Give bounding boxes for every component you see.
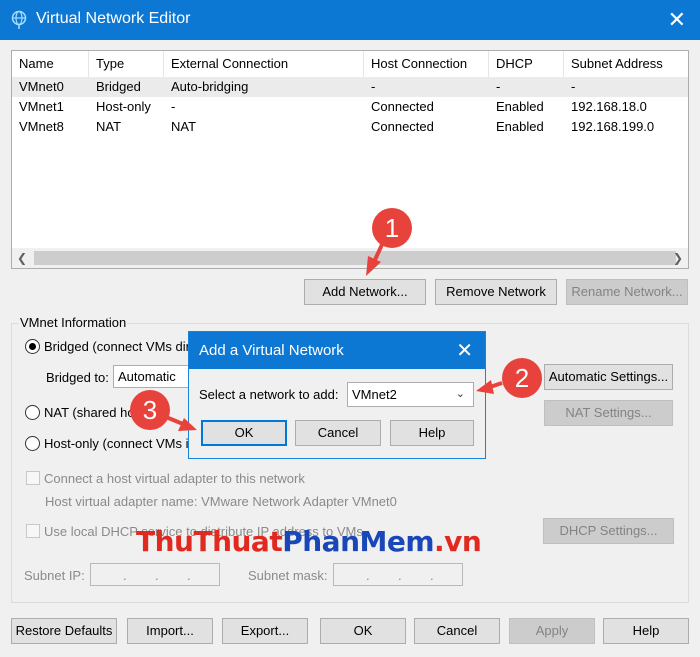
subnet-ip-input[interactable]: ... bbox=[90, 563, 220, 586]
network-globe-icon bbox=[11, 10, 27, 29]
cell-subnet: 192.168.18.0 bbox=[571, 99, 647, 114]
network-list[interactable]: Name Type External Connection Host Conne… bbox=[11, 50, 689, 269]
watermark-part-1: ThuThuat bbox=[136, 525, 283, 558]
column-header-subnet-address[interactable]: Subnet Address bbox=[564, 51, 690, 77]
subnet-mask-input[interactable]: ... bbox=[333, 563, 463, 586]
list-header: Name Type External Connection Host Conne… bbox=[12, 51, 688, 77]
watermark: ThuThuatPhanMem.vn bbox=[136, 525, 482, 558]
apply-button[interactable]: Apply bbox=[509, 618, 595, 644]
cell-type: Bridged bbox=[96, 79, 141, 94]
cell-external: NAT bbox=[171, 119, 197, 134]
column-header-name[interactable]: Name bbox=[12, 51, 89, 77]
column-header-host-connection[interactable]: Host Connection bbox=[364, 51, 489, 77]
import-button[interactable]: Import... bbox=[127, 618, 213, 644]
watermark-part-2: PhanMem bbox=[282, 525, 435, 558]
table-row[interactable]: VMnet1 Host-only - Connected Enabled 192… bbox=[12, 97, 688, 117]
nat-label: NAT (shared ho bbox=[44, 405, 135, 420]
select-network-label: Select a network to add: bbox=[199, 387, 339, 402]
dialog-title: Add a Virtual Network bbox=[199, 342, 344, 359]
dialog-close-icon[interactable]: ✕ bbox=[456, 338, 473, 363]
window-title: Virtual Network Editor bbox=[36, 10, 191, 27]
cell-subnet: - bbox=[571, 79, 576, 94]
cell-dhcp: Enabled bbox=[496, 99, 544, 114]
horizontal-scrollbar[interactable]: ❮ ❯ bbox=[12, 248, 688, 268]
adapter-name-label: Host virtual adapter name: VMware Networ… bbox=[45, 494, 397, 509]
cell-name: VMnet8 bbox=[19, 119, 64, 134]
subnet-ip-label: Subnet IP: bbox=[24, 568, 85, 583]
step-2-marker: 2 bbox=[502, 358, 542, 398]
cell-name: VMnet0 bbox=[19, 79, 64, 94]
cell-name: VMnet1 bbox=[19, 99, 64, 114]
bridged-to-label: Bridged to: bbox=[46, 370, 109, 385]
chevron-down-icon: ⌄ bbox=[455, 388, 465, 400]
dialog-help-button[interactable]: Help bbox=[390, 420, 474, 446]
cell-host: Connected bbox=[371, 99, 434, 114]
subnet-mask-label: Subnet mask: bbox=[248, 568, 328, 583]
nat-settings-button[interactable]: NAT Settings... bbox=[544, 400, 673, 426]
step-1-marker: 1 bbox=[372, 208, 412, 248]
dhcp-checkbox[interactable] bbox=[26, 524, 40, 538]
table-row[interactable]: VMnet0 Bridged Auto-bridging - - - bbox=[12, 77, 688, 97]
title-bar: Virtual Network Editor ✕ bbox=[0, 0, 700, 40]
export-button[interactable]: Export... bbox=[222, 618, 308, 644]
column-header-external-connection[interactable]: External Connection bbox=[164, 51, 364, 77]
cell-type: Host-only bbox=[96, 99, 151, 114]
dialog-title-bar: Add a Virtual Network ✕ bbox=[189, 332, 485, 369]
rename-network-button[interactable]: Rename Network... bbox=[566, 279, 688, 305]
watermark-part-3: .vn bbox=[434, 525, 482, 558]
nat-radio[interactable] bbox=[25, 405, 40, 420]
host-only-radio[interactable] bbox=[25, 436, 40, 451]
help-button[interactable]: Help bbox=[603, 618, 689, 644]
host-only-label: Host-only (connect VMs i bbox=[44, 436, 189, 451]
network-select-value: VMnet2 bbox=[352, 387, 397, 402]
cell-dhcp: Enabled bbox=[496, 119, 544, 134]
bridged-to-select[interactable]: Automatic bbox=[113, 365, 193, 388]
column-header-type[interactable]: Type bbox=[89, 51, 164, 77]
cell-subnet: 192.168.199.0 bbox=[571, 119, 655, 134]
bridged-radio[interactable] bbox=[25, 339, 40, 354]
table-row[interactable]: VMnet8 NAT NAT Connected Enabled 192.168… bbox=[12, 117, 688, 137]
scroll-right-icon[interactable]: ❯ bbox=[668, 248, 688, 268]
connect-adapter-label: Connect a host virtual adapter to this n… bbox=[44, 471, 305, 486]
step-3-marker: 3 bbox=[130, 390, 170, 430]
ok-button[interactable]: OK bbox=[320, 618, 406, 644]
cell-external: Auto-bridging bbox=[171, 79, 249, 94]
close-icon[interactable]: ✕ bbox=[668, 7, 686, 33]
add-network-dialog: Add a Virtual Network ✕ Select a network… bbox=[188, 331, 486, 459]
cancel-button[interactable]: Cancel bbox=[414, 618, 500, 644]
dhcp-settings-button[interactable]: DHCP Settings... bbox=[543, 518, 674, 544]
remove-network-button[interactable]: Remove Network bbox=[435, 279, 557, 305]
add-network-button[interactable]: Add Network... bbox=[304, 279, 426, 305]
cell-dhcp: - bbox=[496, 79, 501, 94]
bridged-label: Bridged (connect VMs dir bbox=[44, 339, 190, 354]
restore-defaults-button[interactable]: Restore Defaults bbox=[11, 618, 117, 644]
cell-host: - bbox=[371, 79, 376, 94]
automatic-settings-button[interactable]: Automatic Settings... bbox=[544, 364, 673, 390]
cell-type: NAT bbox=[96, 119, 122, 134]
scrollbar-thumb[interactable] bbox=[34, 251, 676, 265]
cell-host: Connected bbox=[371, 119, 434, 134]
cell-external: - bbox=[171, 99, 176, 114]
column-header-dhcp[interactable]: DHCP bbox=[489, 51, 564, 77]
scroll-left-icon[interactable]: ❮ bbox=[12, 248, 32, 268]
network-select[interactable]: VMnet2 ⌄ bbox=[347, 382, 474, 407]
connect-adapter-checkbox[interactable] bbox=[26, 471, 40, 485]
dialog-cancel-button[interactable]: Cancel bbox=[295, 420, 381, 446]
group-title: VMnet Information bbox=[19, 315, 128, 330]
dialog-ok-button[interactable]: OK bbox=[201, 420, 287, 446]
